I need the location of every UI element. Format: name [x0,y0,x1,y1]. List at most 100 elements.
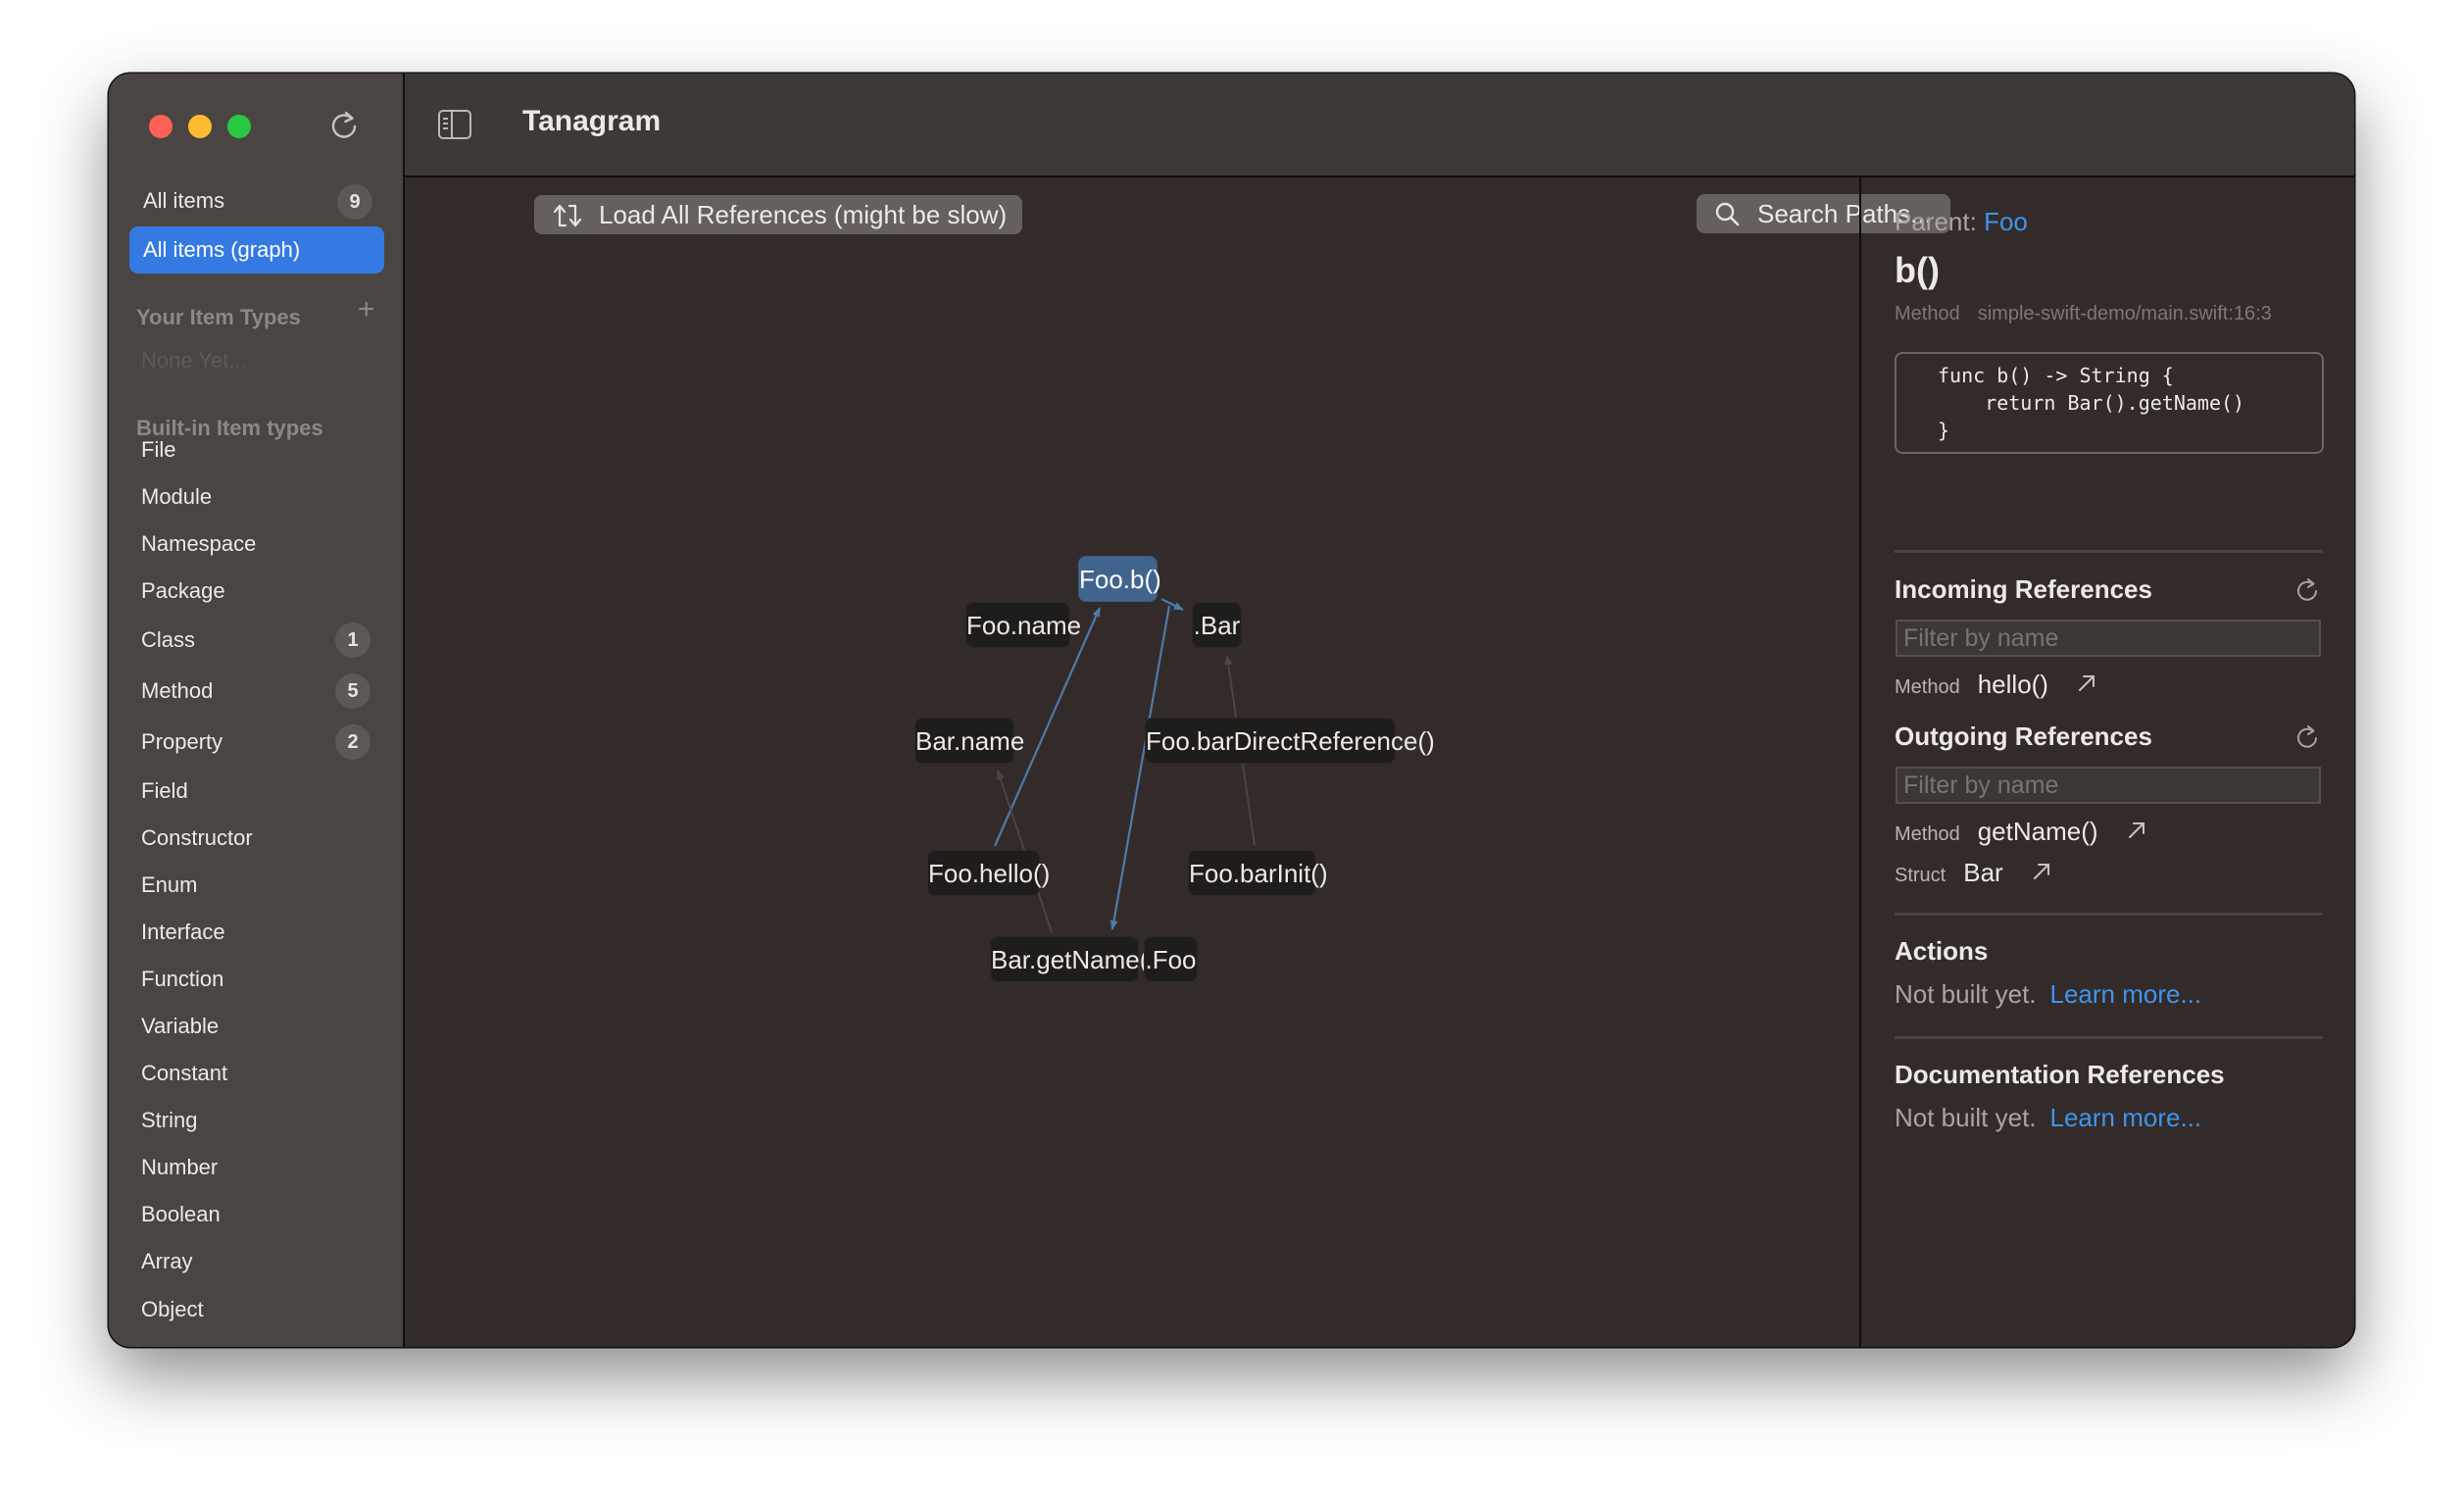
sidebar-item-label: Property [141,729,223,754]
sidebar-item-namespace[interactable]: Namespace [141,524,386,564]
empty-item-types-text: None Yet... [141,348,247,373]
sidebar-item-label: Field [141,778,188,803]
details-panel: Parent: Foo b() Method simple-swift-demo/… [1859,177,2354,1347]
load-all-references-label: Load All References (might be slow) [599,200,1008,229]
sidebar-item-label: Module [141,484,213,509]
sidebar-item-field[interactable]: Field [141,771,386,811]
sidebar-item-constructor[interactable]: Constructor [141,819,386,858]
documentation-references-heading: Documentation References [1895,1060,2225,1089]
sidebar-item-package[interactable]: Package [141,572,386,611]
divider [1895,550,2323,553]
graph-canvas[interactable]: Foo.b() Foo.name .Bar Bar.name Foo.barDirect… [405,177,1950,1347]
count-badge: 9 [337,184,372,220]
sidebar-item-label: Function [141,967,224,991]
graph-node-bar-name[interactable]: Bar.name [914,718,1024,764]
sidebar-item-label: File [141,437,176,462]
sidebar-item-label: Array [141,1249,193,1273]
graph-node-foo-b[interactable]: Foo.b() [1078,556,1161,602]
graph-node-bar-get-name[interactable]: Bar.getName() [990,936,1157,982]
refresh-outgoing-icon[interactable] [2293,723,2321,751]
outgoing-reference-item[interactable]: Struct Bar [1895,853,2051,892]
count-badge: 2 [335,724,370,760]
sidebar-item-number[interactable]: Number [141,1148,386,1187]
graph-node-foo-hello[interactable]: Foo.hello() [927,850,1050,896]
open-external-icon[interactable] [2077,673,2096,693]
parent-label: Parent: [1895,207,1977,236]
sidebar-item-boolean[interactable]: Boolean [141,1195,386,1234]
sidebar-item-property[interactable]: Property 2 [141,722,386,762]
sidebar-item-label: Package [141,578,225,603]
sidebar-item-label: Interface [141,920,225,944]
parent-link[interactable]: Foo [1984,207,2028,236]
app-window: All items 9 All items (graph) Your Item … [109,74,2354,1347]
documentation-status-text: Not built yet. [1895,1103,2037,1132]
reference-kind: Method [1895,823,1960,845]
code-snippet: func b() -> String { return Bar().getNam… [1895,352,2324,454]
sidebar-item-method[interactable]: Method 5 [141,671,386,711]
reference-name: getName() [1977,817,2098,846]
sidebar-item-label: All items [143,188,225,213]
sidebar-item-label: Object [141,1297,204,1321]
open-external-icon[interactable] [2032,862,2051,881]
parent-line: Parent: Foo [1895,207,2028,237]
reference-name: Bar [1963,858,2003,887]
sidebar-item-all-items[interactable]: All items 9 [129,177,384,224]
sidebar-item-interface[interactable]: Interface [141,913,386,952]
reference-name: hello() [1977,670,2048,699]
sidebar-item-enum[interactable]: Enum [141,866,386,905]
search-icon [1715,202,1740,226]
refresh-icon[interactable] [326,108,362,143]
graph-node-foo-type[interactable]: .Foo [1144,936,1198,982]
sidebar: All items 9 All items (graph) Your Item … [109,74,405,1347]
outgoing-reference-item[interactable]: Method getName() [1895,812,2146,851]
graph-node-foo-bar-direct[interactable]: Foo.barDirectReference() [1145,718,1435,764]
sidebar-item-file[interactable]: File [141,430,386,470]
sidebar-item-string[interactable]: String [141,1101,386,1140]
item-kind: Method [1895,303,1960,324]
sidebar-item-function[interactable]: Function [141,960,386,999]
plus-icon[interactable]: + [358,295,375,324]
incoming-reference-item[interactable]: Method hello() [1895,665,2096,704]
sidebar-item-module[interactable]: Module [141,477,386,517]
sidebar-item-label: Boolean [141,1202,221,1226]
sidebar-item-class[interactable]: Class 1 [141,621,386,660]
graph-node-foo-bar-init[interactable]: Foo.barInit() [1188,850,1328,896]
item-meta: Method simple-swift-demo/main.swift:16:3 [1895,303,2272,325]
count-badge: 5 [335,673,370,709]
incoming-filter-input[interactable] [1896,620,2321,657]
open-external-icon[interactable] [2127,821,2146,840]
toolbar: Tanagram [405,74,2354,177]
sidebar-item-label: Variable [141,1014,220,1038]
sidebar-item-label: All items (graph) [143,237,301,262]
graph-node-bar-type[interactable]: .Bar [1192,602,1242,648]
actions-status-text: Not built yet. [1895,979,2037,1009]
graph-node-foo-name[interactable]: Foo.name [965,602,1081,648]
outgoing-filter-input[interactable] [1896,767,2321,804]
divider [1895,1036,2323,1039]
reference-kind: Method [1895,676,1960,698]
load-all-references-button[interactable]: Load All References (might be slow) [534,195,1023,234]
sidebar-item-object[interactable]: Object [141,1290,386,1329]
refresh-incoming-icon[interactable] [2293,576,2321,604]
actions-status: Not built yet. Learn more... [1895,979,2201,1010]
sidebar-toggle-icon[interactable] [438,110,471,139]
documentation-status: Not built yet. Learn more... [1895,1103,2201,1133]
sidebar-item-label: Constructor [141,825,253,850]
close-window-button[interactable] [149,115,172,138]
sidebar-item-all-items-graph[interactable]: All items (graph) [129,226,384,274]
zoom-window-button[interactable] [227,115,251,138]
reference-kind: Struct [1895,865,1947,886]
item-location[interactable]: simple-swift-demo/main.swift:16:3 [1978,303,2272,324]
sidebar-item-label: Method [141,678,214,703]
sidebar-item-label: Namespace [141,531,257,556]
sidebar-item-array[interactable]: Array [141,1242,386,1281]
minimize-window-button[interactable] [188,115,212,138]
your-item-types-heading: Your Item Types [136,305,301,329]
documentation-learn-more-link[interactable]: Learn more... [2050,1103,2202,1132]
actions-learn-more-link[interactable]: Learn more... [2050,979,2202,1009]
sidebar-item-constant[interactable]: Constant [141,1054,386,1093]
sidebar-item-label: Class [141,627,196,652]
graph-edge-foo-b-to-bar-get-name [1109,605,1171,930]
sidebar-item-variable[interactable]: Variable [141,1007,386,1046]
window-title: Tanagram [522,105,662,137]
